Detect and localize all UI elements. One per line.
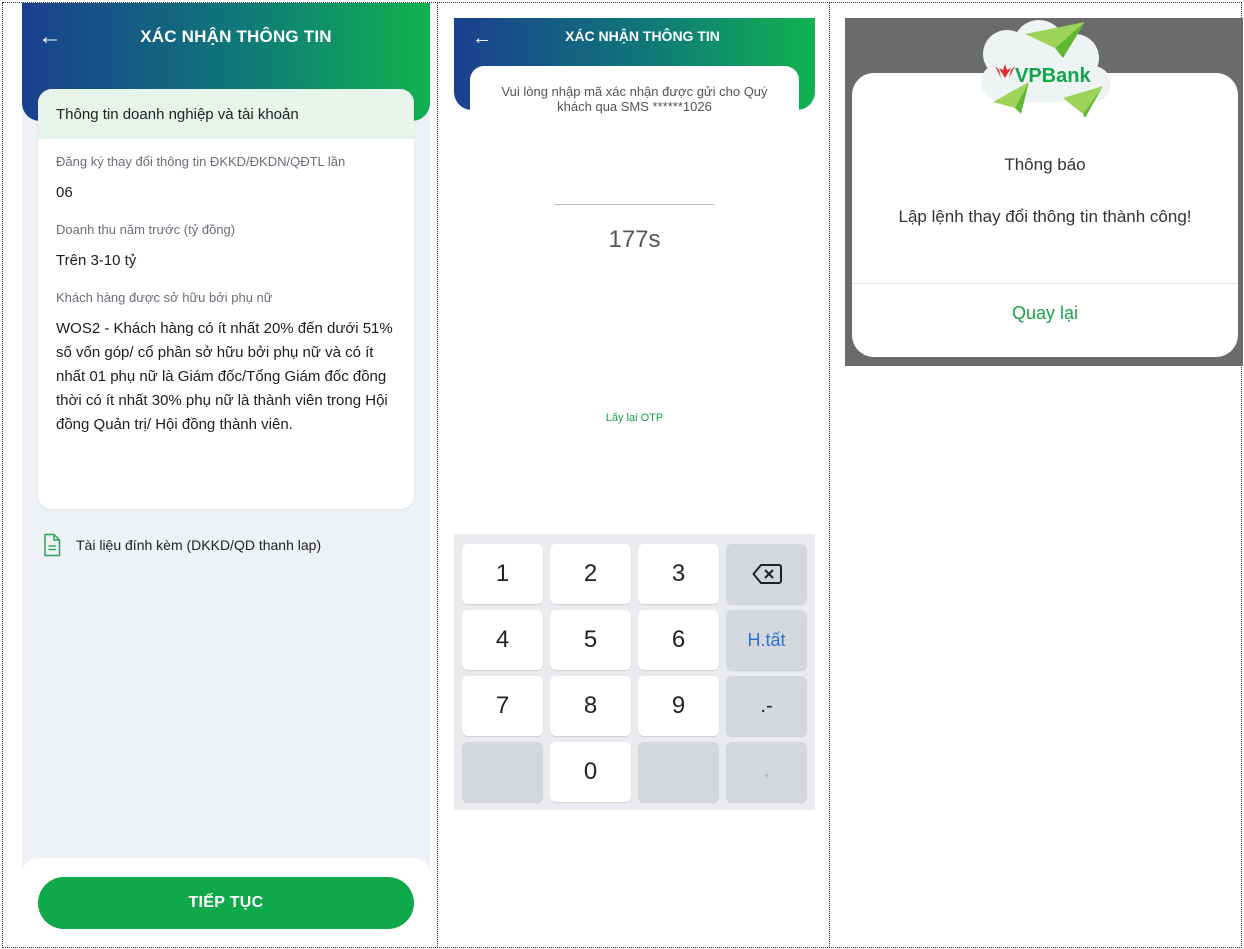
otp-screen: ← XÁC NHẬN THÔNG TIN Vui lòng nhập mã xá… <box>454 18 815 810</box>
numeric-keypad: 1 2 3 4 5 6 H.tất 7 8 9 .- 0 , <box>454 534 815 810</box>
comma-key[interactable]: , <box>726 742 807 802</box>
field-label: Đăng ký thay đổi thông tin ĐKKD/ĐKDN/QĐT… <box>56 154 346 169</box>
otp-message: Vui lòng nhập mã xác nhận được gửi cho Q… <box>501 84 768 114</box>
dialog-message: Lập lệnh thay đổi thông tin thành công! <box>898 207 1192 226</box>
key-7[interactable]: 7 <box>462 676 543 736</box>
attachment-link[interactable]: Tài liệu đính kèm (DKKD/QD thanh lap) <box>42 533 321 557</box>
key-0[interactable]: 0 <box>550 742 631 802</box>
page-title: XÁC NHẬN THÔNG TIN <box>565 28 720 44</box>
backspace-key[interactable] <box>726 544 807 604</box>
empty-key <box>462 742 543 802</box>
continue-button[interactable]: TIẾP TỤC <box>38 877 414 929</box>
otp-input[interactable] <box>554 204 714 205</box>
confirm-info-screen: ← XÁC NHẬN THÔNG TIN Thông tin doanh ngh… <box>22 3 430 947</box>
svg-text:VPBank: VPBank <box>1015 65 1091 87</box>
field-value: 06 <box>56 184 73 201</box>
otp-countdown: 177s <box>608 226 661 253</box>
field-value: WOS2 - Khách hàng có ít nhất 20% đến dướ… <box>56 320 393 433</box>
key-9[interactable]: 9 <box>638 676 719 736</box>
field-value: Trên 3-10 tỷ <box>56 252 137 269</box>
backspace-icon <box>752 564 782 584</box>
key-1[interactable]: 1 <box>462 544 543 604</box>
back-button[interactable]: Quay lại <box>852 303 1238 324</box>
resend-otp-link[interactable]: Lấy lại OTP <box>470 412 799 424</box>
vpbank-logo: VPBank <box>975 18 1115 118</box>
empty-key <box>638 742 719 802</box>
done-key[interactable]: H.tất <box>726 610 807 670</box>
page-title: XÁC NHẬN THÔNG TIN <box>140 27 332 46</box>
attachment-label: Tài liệu đính kèm (DKKD/QD thanh lap) <box>76 537 322 553</box>
key-2[interactable]: 2 <box>550 544 631 604</box>
key-8[interactable]: 8 <box>550 676 631 736</box>
success-dialog-screen: Thông báo Lập lệnh thay đổi thông tin th… <box>845 18 1243 366</box>
key-4[interactable]: 4 <box>462 610 543 670</box>
field-label: Khách hàng được sở hữu bởi phụ nữ <box>56 290 273 305</box>
dot-dash-key[interactable]: .- <box>726 676 807 736</box>
logo-illustration: VPBank <box>981 20 1111 118</box>
dialog-title: Thông báo <box>1004 155 1086 174</box>
document-icon <box>44 533 61 557</box>
key-3[interactable]: 3 <box>638 544 719 604</box>
field-label: Doanh thu năm trước (tỷ đồng) <box>56 222 236 237</box>
divider <box>852 283 1238 284</box>
info-card: Thông tin doanh nghiệp và tài khoản Đăng… <box>38 89 414 509</box>
section-title: Thông tin doanh nghiệp và tài khoản <box>38 89 414 139</box>
key-6[interactable]: 6 <box>638 610 719 670</box>
divider <box>437 2 438 948</box>
key-5[interactable]: 5 <box>550 610 631 670</box>
otp-card: Vui lòng nhập mã xác nhận được gửi cho Q… <box>470 66 799 566</box>
divider <box>829 2 830 948</box>
